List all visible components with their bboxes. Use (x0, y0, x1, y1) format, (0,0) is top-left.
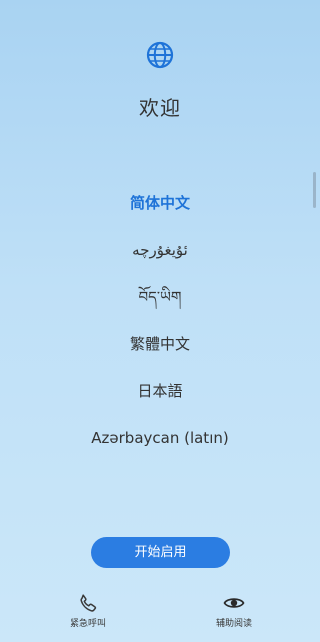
accessibility-label: 辅助阅读 (215, 619, 252, 629)
language-item-simplified-chinese[interactable]: 简体中文 (0, 180, 320, 227)
start-button[interactable]: 开始启用 (91, 537, 230, 568)
language-item-japanese[interactable]: 日本語 (0, 368, 320, 415)
language-list: 简体中文 ئۇيغۇرچە བོད་ཡིག 繁體中文 日本語 Azərbayca… (0, 180, 320, 462)
language-item-traditional-chinese[interactable]: 繁體中文 (0, 321, 320, 368)
language-item-azerbaijani[interactable]: Azərbaycan (latın) (0, 415, 320, 462)
eye-icon (223, 598, 245, 608)
phone-icon (80, 594, 97, 612)
emergency-call-label: 紧急呼叫 (69, 619, 106, 629)
globe-icon (146, 41, 174, 69)
page-title: 欢迎 (139, 96, 181, 120)
language-item-uyghur[interactable]: ئۇيغۇرچە (0, 227, 320, 274)
emergency-call-button[interactable]: 紧急呼叫 (53, 593, 123, 629)
accessibility-button[interactable]: 辅助阅读 (199, 593, 269, 629)
language-item-tibetan[interactable]: བོད་ཡིག (0, 274, 320, 321)
